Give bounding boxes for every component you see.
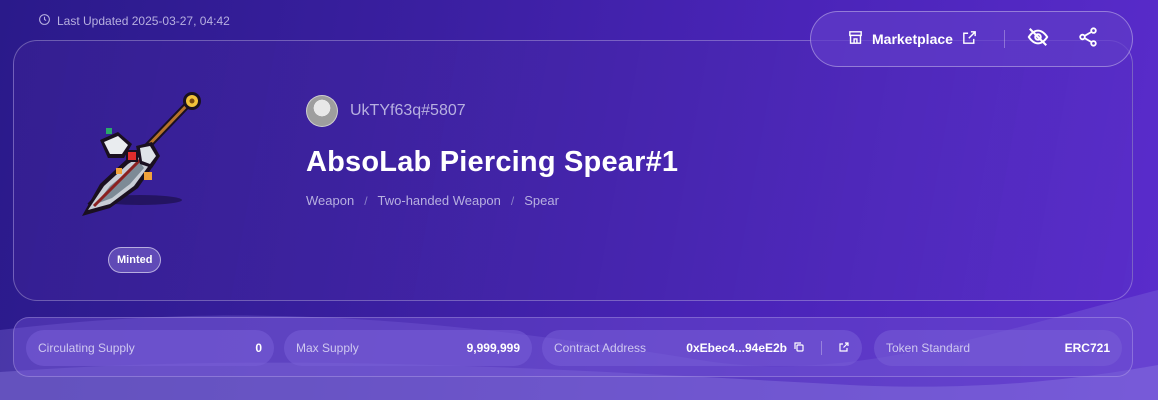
action-toolbar: Marketplace bbox=[810, 11, 1133, 67]
stat-value: 0 bbox=[255, 341, 262, 355]
last-updated: Last Updated 2025-03-27, 04:42 bbox=[38, 13, 230, 29]
stat-max-supply: Max Supply 9,999,999 bbox=[284, 330, 532, 366]
marketplace-label: Marketplace bbox=[872, 31, 953, 47]
stat-label: Max Supply bbox=[296, 341, 359, 355]
stat-contract-address: Contract Address 0xEbec4...94eE2b bbox=[542, 330, 862, 366]
store-icon bbox=[847, 29, 864, 49]
contract-address-group: 0xEbec4...94eE2b bbox=[686, 341, 850, 356]
breadcrumb-item-two-handed[interactable]: Two-handed Weapon bbox=[378, 193, 501, 208]
stat-label: Contract Address bbox=[554, 341, 647, 355]
last-updated-text: Last Updated 2025-03-27, 04:42 bbox=[57, 14, 230, 28]
contract-address-value: 0xEbec4...94eE2b bbox=[686, 341, 787, 355]
stat-value: 9,999,999 bbox=[466, 341, 520, 355]
breadcrumb-item-weapon[interactable]: Weapon bbox=[306, 193, 354, 208]
status-badge: Minted bbox=[108, 247, 162, 273]
stat-label: Token Standard bbox=[886, 341, 971, 355]
address-divider bbox=[821, 341, 822, 355]
share-icon bbox=[1077, 26, 1099, 53]
hide-button[interactable] bbox=[1027, 26, 1049, 53]
stat-value: ERC721 bbox=[1064, 341, 1110, 355]
stat-token-standard: Token Standard ERC721 bbox=[874, 330, 1122, 366]
page-title: AbsoLab Piercing Spear#1 bbox=[306, 146, 679, 178]
breadcrumb-separator: / bbox=[510, 193, 515, 208]
breadcrumb: Weapon / Two-handed Weapon / Spear bbox=[306, 193, 559, 208]
owner-name[interactable]: UkTYf63q#5807 bbox=[350, 102, 466, 120]
toolbar-divider bbox=[1003, 30, 1005, 48]
clock-icon bbox=[38, 13, 51, 29]
owner-info: UkTYf63q#5807 bbox=[306, 95, 466, 127]
share-button[interactable] bbox=[1077, 26, 1099, 53]
marketplace-button[interactable]: Marketplace bbox=[847, 29, 978, 49]
external-link-icon[interactable] bbox=[838, 341, 850, 356]
external-link-icon bbox=[961, 29, 978, 49]
breadcrumb-item-spear[interactable]: Spear bbox=[524, 193, 559, 208]
breadcrumb-separator: / bbox=[364, 193, 368, 208]
stat-circulating-supply: Circulating Supply 0 bbox=[26, 330, 274, 366]
stats-bar: Circulating Supply 0 Max Supply 9,999,99… bbox=[13, 317, 1133, 377]
copy-icon[interactable] bbox=[793, 341, 805, 356]
avatar[interactable] bbox=[306, 95, 338, 127]
stat-label: Circulating Supply bbox=[38, 341, 135, 355]
nft-spear-image bbox=[82, 92, 201, 216]
eye-off-icon bbox=[1027, 26, 1049, 53]
